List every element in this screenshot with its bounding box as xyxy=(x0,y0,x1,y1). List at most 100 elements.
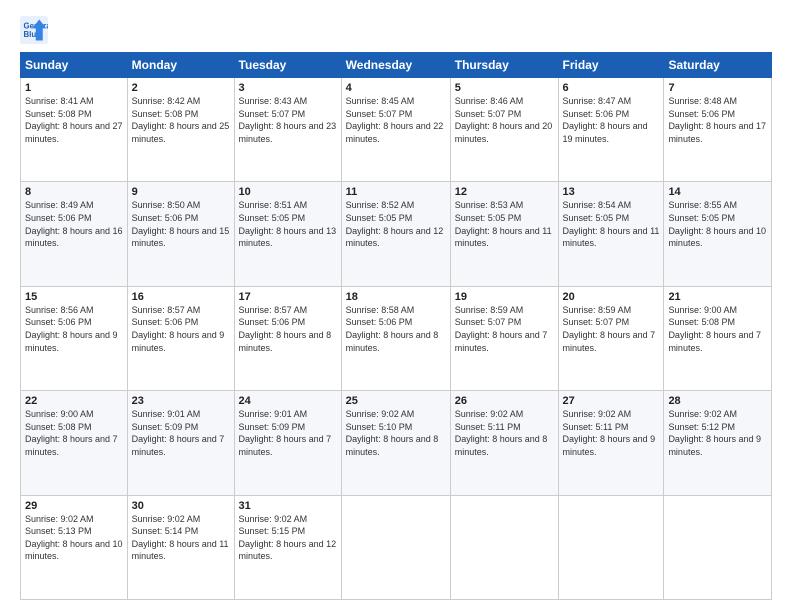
col-header-tuesday: Tuesday xyxy=(234,53,341,78)
calendar-cell: 18Sunrise: 8:58 AMSunset: 5:06 PMDayligh… xyxy=(341,286,450,390)
calendar-cell: 12Sunrise: 8:53 AMSunset: 5:05 PMDayligh… xyxy=(450,182,558,286)
day-number: 12 xyxy=(455,186,554,198)
calendar-cell: 13Sunrise: 8:54 AMSunset: 5:05 PMDayligh… xyxy=(558,182,664,286)
day-number: 30 xyxy=(132,500,230,512)
day-info: Sunrise: 8:53 AMSunset: 5:05 PMDaylight:… xyxy=(455,199,554,249)
col-header-thursday: Thursday xyxy=(450,53,558,78)
logo: General Blue xyxy=(20,16,52,44)
day-number: 24 xyxy=(239,395,337,407)
calendar-cell: 4Sunrise: 8:45 AMSunset: 5:07 PMDaylight… xyxy=(341,78,450,182)
day-info: Sunrise: 9:02 AMSunset: 5:11 PMDaylight:… xyxy=(563,408,660,458)
calendar-cell: 30Sunrise: 9:02 AMSunset: 5:14 PMDayligh… xyxy=(127,495,234,599)
col-header-sunday: Sunday xyxy=(21,53,128,78)
calendar-cell: 24Sunrise: 9:01 AMSunset: 5:09 PMDayligh… xyxy=(234,391,341,495)
calendar-cell: 10Sunrise: 8:51 AMSunset: 5:05 PMDayligh… xyxy=(234,182,341,286)
calendar-cell: 8Sunrise: 8:49 AMSunset: 5:06 PMDaylight… xyxy=(21,182,128,286)
calendar-cell: 22Sunrise: 9:00 AMSunset: 5:08 PMDayligh… xyxy=(21,391,128,495)
calendar-cell: 3Sunrise: 8:43 AMSunset: 5:07 PMDaylight… xyxy=(234,78,341,182)
day-info: Sunrise: 8:48 AMSunset: 5:06 PMDaylight:… xyxy=(668,95,767,145)
day-number: 25 xyxy=(346,395,446,407)
calendar-cell: 21Sunrise: 9:00 AMSunset: 5:08 PMDayligh… xyxy=(664,286,772,390)
calendar-cell: 11Sunrise: 8:52 AMSunset: 5:05 PMDayligh… xyxy=(341,182,450,286)
day-number: 10 xyxy=(239,186,337,198)
day-number: 5 xyxy=(455,82,554,94)
day-number: 20 xyxy=(563,291,660,303)
calendar-cell: 23Sunrise: 9:01 AMSunset: 5:09 PMDayligh… xyxy=(127,391,234,495)
page: General Blue SundayMondayTuesdayWednesda… xyxy=(0,0,792,612)
day-info: Sunrise: 8:52 AMSunset: 5:05 PMDaylight:… xyxy=(346,199,446,249)
day-info: Sunrise: 8:59 AMSunset: 5:07 PMDaylight:… xyxy=(563,304,660,354)
calendar-cell: 5Sunrise: 8:46 AMSunset: 5:07 PMDaylight… xyxy=(450,78,558,182)
calendar-cell: 9Sunrise: 8:50 AMSunset: 5:06 PMDaylight… xyxy=(127,182,234,286)
day-info: Sunrise: 8:56 AMSunset: 5:06 PMDaylight:… xyxy=(25,304,123,354)
col-header-friday: Friday xyxy=(558,53,664,78)
calendar-table: SundayMondayTuesdayWednesdayThursdayFrid… xyxy=(20,52,772,600)
day-number: 3 xyxy=(239,82,337,94)
day-info: Sunrise: 9:02 AMSunset: 5:12 PMDaylight:… xyxy=(668,408,767,458)
day-number: 1 xyxy=(25,82,123,94)
day-number: 29 xyxy=(25,500,123,512)
day-number: 16 xyxy=(132,291,230,303)
day-number: 19 xyxy=(455,291,554,303)
col-header-saturday: Saturday xyxy=(664,53,772,78)
day-number: 6 xyxy=(563,82,660,94)
day-info: Sunrise: 9:01 AMSunset: 5:09 PMDaylight:… xyxy=(239,408,337,458)
day-number: 28 xyxy=(668,395,767,407)
day-number: 17 xyxy=(239,291,337,303)
calendar-cell: 28Sunrise: 9:02 AMSunset: 5:12 PMDayligh… xyxy=(664,391,772,495)
day-number: 18 xyxy=(346,291,446,303)
calendar-cell: 20Sunrise: 8:59 AMSunset: 5:07 PMDayligh… xyxy=(558,286,664,390)
calendar-cell xyxy=(341,495,450,599)
day-info: Sunrise: 9:02 AMSunset: 5:10 PMDaylight:… xyxy=(346,408,446,458)
day-info: Sunrise: 8:47 AMSunset: 5:06 PMDaylight:… xyxy=(563,95,660,145)
calendar-cell: 14Sunrise: 8:55 AMSunset: 5:05 PMDayligh… xyxy=(664,182,772,286)
header: General Blue xyxy=(20,16,772,44)
day-info: Sunrise: 9:02 AMSunset: 5:11 PMDaylight:… xyxy=(455,408,554,458)
day-info: Sunrise: 9:02 AMSunset: 5:13 PMDaylight:… xyxy=(25,513,123,563)
calendar-cell xyxy=(450,495,558,599)
day-info: Sunrise: 9:00 AMSunset: 5:08 PMDaylight:… xyxy=(668,304,767,354)
logo-icon: General Blue xyxy=(20,16,48,44)
day-number: 31 xyxy=(239,500,337,512)
day-number: 27 xyxy=(563,395,660,407)
day-number: 7 xyxy=(668,82,767,94)
day-number: 22 xyxy=(25,395,123,407)
calendar-cell: 1Sunrise: 8:41 AMSunset: 5:08 PMDaylight… xyxy=(21,78,128,182)
day-number: 11 xyxy=(346,186,446,198)
day-number: 13 xyxy=(563,186,660,198)
day-info: Sunrise: 8:55 AMSunset: 5:05 PMDaylight:… xyxy=(668,199,767,249)
day-info: Sunrise: 8:46 AMSunset: 5:07 PMDaylight:… xyxy=(455,95,554,145)
day-info: Sunrise: 8:51 AMSunset: 5:05 PMDaylight:… xyxy=(239,199,337,249)
day-number: 21 xyxy=(668,291,767,303)
day-info: Sunrise: 9:01 AMSunset: 5:09 PMDaylight:… xyxy=(132,408,230,458)
day-info: Sunrise: 8:58 AMSunset: 5:06 PMDaylight:… xyxy=(346,304,446,354)
day-info: Sunrise: 8:54 AMSunset: 5:05 PMDaylight:… xyxy=(563,199,660,249)
calendar-cell: 15Sunrise: 8:56 AMSunset: 5:06 PMDayligh… xyxy=(21,286,128,390)
calendar-cell: 25Sunrise: 9:02 AMSunset: 5:10 PMDayligh… xyxy=(341,391,450,495)
calendar-cell xyxy=(558,495,664,599)
day-info: Sunrise: 9:00 AMSunset: 5:08 PMDaylight:… xyxy=(25,408,123,458)
day-info: Sunrise: 8:57 AMSunset: 5:06 PMDaylight:… xyxy=(239,304,337,354)
day-info: Sunrise: 9:02 AMSunset: 5:15 PMDaylight:… xyxy=(239,513,337,563)
day-number: 9 xyxy=(132,186,230,198)
day-number: 26 xyxy=(455,395,554,407)
calendar-cell: 16Sunrise: 8:57 AMSunset: 5:06 PMDayligh… xyxy=(127,286,234,390)
day-info: Sunrise: 9:02 AMSunset: 5:14 PMDaylight:… xyxy=(132,513,230,563)
day-number: 4 xyxy=(346,82,446,94)
calendar-cell: 31Sunrise: 9:02 AMSunset: 5:15 PMDayligh… xyxy=(234,495,341,599)
day-info: Sunrise: 8:50 AMSunset: 5:06 PMDaylight:… xyxy=(132,199,230,249)
day-info: Sunrise: 8:57 AMSunset: 5:06 PMDaylight:… xyxy=(132,304,230,354)
col-header-wednesday: Wednesday xyxy=(341,53,450,78)
calendar-cell xyxy=(664,495,772,599)
day-info: Sunrise: 8:49 AMSunset: 5:06 PMDaylight:… xyxy=(25,199,123,249)
calendar-cell: 2Sunrise: 8:42 AMSunset: 5:08 PMDaylight… xyxy=(127,78,234,182)
calendar-cell: 6Sunrise: 8:47 AMSunset: 5:06 PMDaylight… xyxy=(558,78,664,182)
day-info: Sunrise: 8:41 AMSunset: 5:08 PMDaylight:… xyxy=(25,95,123,145)
calendar-cell: 17Sunrise: 8:57 AMSunset: 5:06 PMDayligh… xyxy=(234,286,341,390)
calendar-cell: 7Sunrise: 8:48 AMSunset: 5:06 PMDaylight… xyxy=(664,78,772,182)
day-info: Sunrise: 8:59 AMSunset: 5:07 PMDaylight:… xyxy=(455,304,554,354)
calendar-cell: 29Sunrise: 9:02 AMSunset: 5:13 PMDayligh… xyxy=(21,495,128,599)
day-number: 2 xyxy=(132,82,230,94)
calendar-cell: 27Sunrise: 9:02 AMSunset: 5:11 PMDayligh… xyxy=(558,391,664,495)
day-number: 23 xyxy=(132,395,230,407)
